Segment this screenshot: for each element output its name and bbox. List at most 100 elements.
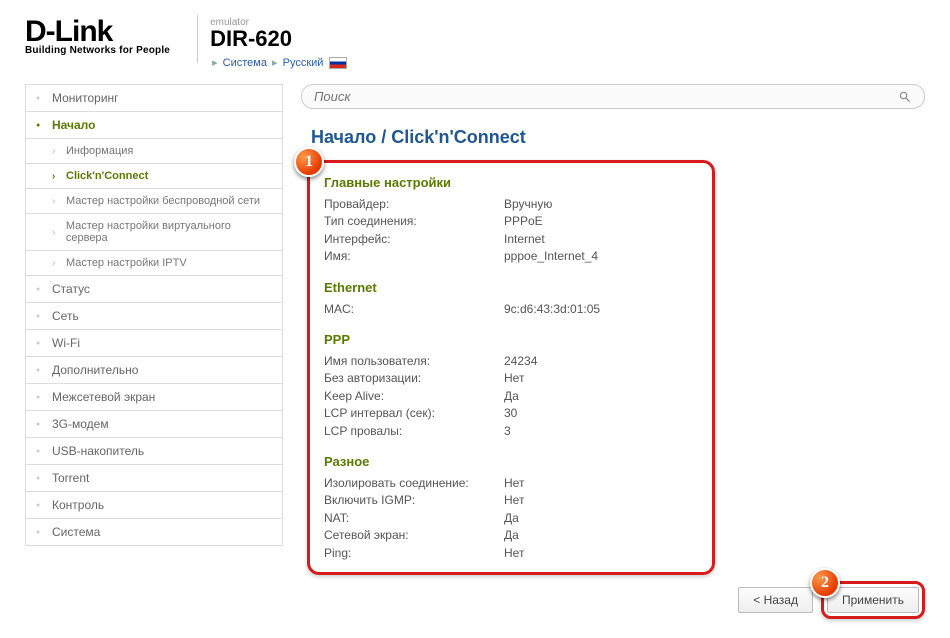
chevron-right-icon: ›	[52, 258, 60, 269]
sidebar-item-label: USB-накопитель	[52, 444, 144, 458]
header-info: emulator DIR-620 ▸ Система ▸ Русский	[210, 15, 346, 69]
row-label: LCP провалы:	[324, 423, 504, 440]
sidebar-item[interactable]: ●Начало	[25, 112, 283, 139]
bullet-icon: ●	[36, 529, 44, 536]
system-link[interactable]: Система	[223, 57, 267, 69]
bullet-icon: ●	[36, 122, 44, 129]
section-ethernet: Ethernet MAC:9c:d6:43:3d:01:05	[324, 280, 698, 318]
sidebar: ●Мониторинг●Начало›Информация›Click'n'Co…	[25, 84, 283, 546]
sidebar-item[interactable]: ● 3G-модем	[25, 411, 283, 438]
bullet-icon: ●	[36, 502, 44, 509]
sidebar-item[interactable]: ● Контроль	[25, 492, 283, 519]
settings-row: Имя пользователя:24234	[324, 353, 698, 370]
settings-row: LCP интервал (сек):30	[324, 405, 698, 422]
main-content: Начало / Click'n'Connect 1 Главные настр…	[301, 84, 925, 584]
row-label: LCP интервал (сек):	[324, 405, 504, 422]
sidebar-item[interactable]: ● Torrent	[25, 465, 283, 492]
header: D-Link Building Networks for People emul…	[0, 0, 950, 74]
row-label: NAT:	[324, 510, 504, 527]
settings-row: Включить IGMP:Нет	[324, 492, 698, 509]
sidebar-item-label: Мастер настройки беспроводной сети	[66, 195, 260, 207]
search-input[interactable]	[314, 89, 898, 104]
row-value: Нет	[504, 492, 698, 509]
row-label: Имя пользователя:	[324, 353, 504, 370]
bullet-icon: ●	[36, 286, 44, 293]
flag-ru-icon	[329, 57, 347, 69]
settings-row: Тип соединения:PPPoE	[324, 213, 698, 230]
sidebar-subitem[interactable]: ›Мастер настройки виртуального сервера	[25, 214, 283, 251]
search-box[interactable]	[301, 84, 925, 109]
row-value: Нет	[504, 370, 698, 387]
chevron-right-icon: ▸	[272, 57, 278, 69]
bullet-icon: ●	[36, 421, 44, 428]
chevron-right-icon: ›	[52, 196, 60, 207]
sidebar-item-label: Дополнительно	[52, 363, 138, 377]
sidebar-item[interactable]: ●Дополнительно	[25, 357, 283, 384]
sidebar-item-label: Статус	[52, 282, 90, 296]
settings-row: Провайдер:Вручную	[324, 196, 698, 213]
sidebar-item[interactable]: ● Межсетевой экран	[25, 384, 283, 411]
bullet-icon: ●	[36, 313, 44, 320]
sidebar-item[interactable]: ● Сеть	[25, 303, 283, 330]
row-label: Провайдер:	[324, 196, 504, 213]
sidebar-item-label: Межсетевой экран	[52, 390, 155, 404]
settings-row: LCP провалы:3	[324, 423, 698, 440]
section-title: Главные настройки	[324, 175, 698, 190]
row-value: Нет	[504, 475, 698, 492]
sidebar-item-label: Wi-Fi	[52, 336, 80, 350]
sidebar-item[interactable]: ●Wi-Fi	[25, 330, 283, 357]
sidebar-subitem[interactable]: ›Информация	[25, 139, 283, 164]
sidebar-item[interactable]: ● Система	[25, 519, 283, 546]
row-value: 3	[504, 423, 698, 440]
logo-text: D-Link	[25, 15, 170, 49]
row-value: 30	[504, 405, 698, 422]
sidebar-item-label: 3G-модем	[52, 417, 109, 431]
back-button[interactable]: < Назад	[738, 587, 813, 613]
row-label: Ping:	[324, 545, 504, 562]
sidebar-item-label: Мастер настройки IPTV	[66, 257, 187, 269]
sidebar-subitem[interactable]: › Мастер настройки IPTV	[25, 251, 283, 276]
settings-row: Без авторизации:Нет	[324, 370, 698, 387]
apply-button[interactable]: Применить	[827, 587, 919, 613]
row-label: Тип соединения:	[324, 213, 504, 230]
sidebar-item-label: Torrent	[52, 471, 89, 485]
sidebar-item-label: Система	[52, 525, 100, 539]
section-title: PPP	[324, 332, 698, 347]
bullet-icon: ●	[36, 448, 44, 455]
row-value: PPPoE	[504, 213, 698, 230]
bullet-icon: ●	[36, 95, 44, 102]
section-misc: Разное Изолировать соединение:НетВключит…	[324, 454, 698, 562]
model-name: DIR-620	[210, 26, 346, 52]
settings-row: Интерфейс:Internet	[324, 231, 698, 248]
row-value: Да	[504, 527, 698, 544]
sidebar-item-label: Сеть	[52, 309, 79, 323]
sidebar-item[interactable]: ●Мониторинг	[25, 84, 283, 112]
language-link[interactable]: Русский	[283, 57, 324, 69]
header-links: ▸ Система ▸ Русский	[210, 56, 346, 69]
sidebar-item-label: Информация	[66, 145, 133, 157]
sidebar-subitem[interactable]: ›Click'n'Connect	[25, 164, 283, 189]
row-value: Вручную	[504, 196, 698, 213]
row-label: MAC:	[324, 301, 504, 318]
settings-row: Сетевой экран:Да	[324, 527, 698, 544]
bullet-icon: ●	[36, 475, 44, 482]
sidebar-item[interactable]: ● USB-накопитель	[25, 438, 283, 465]
breadcrumb: Начало / Click'n'Connect	[301, 127, 925, 148]
row-value: Internet	[504, 231, 698, 248]
settings-row: NAT:Да	[324, 510, 698, 527]
section-main: Главные настройки Провайдер:ВручнуюТип с…	[324, 175, 698, 266]
settings-panel: 1 Главные настройки Провайдер:ВручнуюТип…	[307, 160, 715, 575]
chevron-right-icon: ›	[52, 171, 60, 182]
row-value: Да	[504, 388, 698, 405]
sidebar-subitem[interactable]: › Мастер настройки беспроводной сети	[25, 189, 283, 214]
sidebar-item-label: Контроль	[52, 498, 104, 512]
sidebar-item[interactable]: ● Статус	[25, 276, 283, 303]
row-value: pppoe_Internet_4	[504, 248, 698, 265]
apply-highlight: 2 Применить	[821, 581, 925, 619]
bullet-icon: ●	[36, 394, 44, 401]
section-title: Ethernet	[324, 280, 698, 295]
row-label: Включить IGMP:	[324, 492, 504, 509]
row-label: Имя:	[324, 248, 504, 265]
row-label: Без авторизации:	[324, 370, 504, 387]
row-value: 24234	[504, 353, 698, 370]
